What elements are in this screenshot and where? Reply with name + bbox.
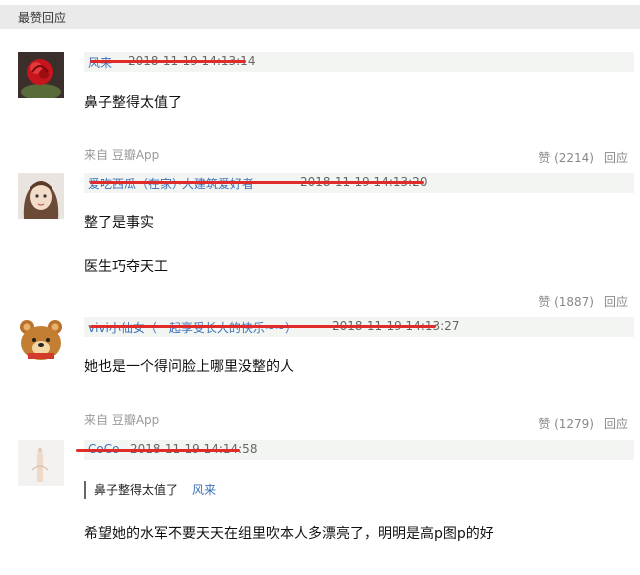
avatar[interactable] [18, 317, 64, 363]
comment-text: 希望她的水军不要天天在组里吹本人多漂亮了，明明是高p图p的好 [84, 526, 494, 542]
section-title: 最赞回应 [18, 11, 67, 25]
comment-source: 来自 豆瓣App [84, 413, 160, 427]
reply-button[interactable]: 回应 [604, 417, 628, 431]
comment-meta: vivi小仙女（一起享受长大的快乐~~） 2018-11-19 14:13:27 [84, 317, 634, 337]
comment-meta: 风来 2018-11-19 14:13:14 [84, 52, 634, 72]
girl-avatar-image [18, 173, 64, 219]
avatar[interactable] [18, 173, 64, 219]
hand-avatar-image [18, 440, 64, 486]
avatar[interactable] [18, 440, 64, 486]
section-header: 最赞回应 [0, 5, 640, 29]
like-button[interactable]: 赞 (1279) [538, 417, 594, 431]
reply-button[interactable]: 回应 [604, 151, 628, 165]
like-button[interactable]: 赞 (2214) [538, 151, 594, 165]
comment-actions: 赞 (1279) 回应 [538, 415, 628, 432]
quoted-author-link[interactable]: 风来 [192, 483, 216, 497]
quoted-comment: 鼻子整得太值了 风来 [84, 481, 216, 499]
avatar[interactable] [18, 52, 64, 98]
comment-actions: 赞 (1887) 回应 [538, 293, 628, 310]
redaction-mark [90, 325, 436, 328]
redaction-mark [76, 449, 240, 452]
redaction-mark [90, 181, 424, 184]
comment-text: 整了是事实 [84, 215, 154, 231]
comment-actions: 赞 (2214) 回应 [538, 149, 628, 166]
bear-avatar-image [18, 317, 64, 363]
rose-avatar-image [18, 52, 64, 98]
comment-text: 医生巧夺天工 [84, 259, 168, 275]
comment-text: 她也是一个得问脸上哪里没整的人 [84, 359, 294, 375]
comment-text: 鼻子整得太值了 [84, 95, 182, 111]
comment-source: 来自 豆瓣App [84, 148, 160, 162]
comment-meta: 爱吃西瓜（在家）·大建筑爱好者 2018-11-19 14:13:20 [84, 173, 634, 193]
comment-meta: CoCo 2018-11-19 14:14:58 [76, 440, 634, 460]
quoted-text: 鼻子整得太值了 [94, 483, 179, 497]
like-button[interactable]: 赞 (1887) [538, 295, 594, 309]
redaction-mark [90, 60, 246, 63]
reply-button[interactable]: 回应 [604, 295, 628, 309]
